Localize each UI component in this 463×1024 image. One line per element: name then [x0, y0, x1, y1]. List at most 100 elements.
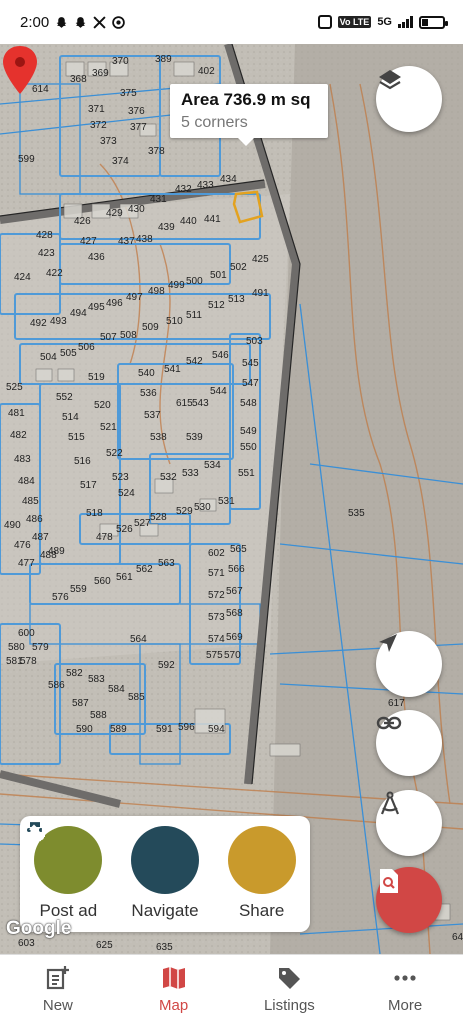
nav-new[interactable]: New — [8, 965, 108, 1014]
plot-number-label: 572 — [208, 590, 225, 601]
nav-listings[interactable]: Listings — [239, 965, 339, 1014]
status-right: Vo LTE 5G — [317, 15, 448, 29]
google-logo: Google — [6, 918, 72, 939]
plot-number-label: 485 — [22, 496, 39, 507]
plot-number-label: 574 — [208, 634, 225, 645]
plot-number-label: 424 — [14, 272, 31, 283]
plot-number-label: 498 — [148, 286, 165, 297]
plot-number-label: 617 — [388, 698, 405, 709]
plot-number-label: 500 — [186, 276, 203, 287]
plot-number-label: 576 — [52, 592, 69, 603]
plot-number-label: 549 — [240, 426, 257, 437]
plot-number-label: 497 — [126, 292, 143, 303]
status-left: 2:00 — [20, 14, 125, 31]
layers-button[interactable] — [376, 66, 442, 132]
plot-number-label: 374 — [112, 156, 129, 167]
plot-number-label: 505 — [60, 348, 77, 359]
plot-number-label: 512 — [208, 300, 225, 311]
more-icon — [394, 975, 416, 981]
plot-number-label: 504 — [40, 352, 57, 363]
plot-number-label: 524 — [118, 488, 135, 499]
plot-number-label: 425 — [252, 254, 269, 265]
plot-number-label: 426 — [74, 216, 91, 227]
plot-number-label: 615 — [176, 398, 193, 409]
plot-number-label: 508 — [120, 330, 137, 341]
plot-number-label: 441 — [204, 214, 221, 225]
plot-number-label: 402 — [198, 66, 215, 77]
plot-number-label: 571 — [208, 568, 225, 579]
plot-number-label: 552 — [56, 392, 73, 403]
signal-icon — [398, 16, 413, 28]
plot-number-label: 431 — [150, 194, 167, 205]
plot-number-label: 375 — [120, 88, 137, 99]
area-value: Area 736.9 m sq — [181, 90, 311, 109]
plot-number-label: 440 — [180, 216, 197, 227]
plot-number-label: 532 — [160, 472, 177, 483]
navigate-label: Navigate — [131, 901, 199, 920]
plot-number-label: 569 — [226, 632, 243, 643]
plot-number-label: 535 — [348, 508, 365, 519]
nav-more[interactable]: More — [355, 965, 455, 1014]
plot-number-label: 591 — [156, 724, 173, 735]
plot-number-label: 587 — [72, 698, 89, 709]
plot-number-label: 377 — [130, 122, 147, 133]
plot-number-label: 507 — [100, 332, 117, 343]
action-card: Post ad Navigate Share — [20, 816, 310, 932]
location-pin-icon[interactable] — [0, 44, 40, 96]
nav-more-label: More — [388, 997, 423, 1014]
plot-number-label: 635 — [156, 942, 173, 953]
plot-number-label: 599 — [18, 154, 35, 165]
plot-number-label: 516 — [74, 456, 91, 467]
plot-number-label: 526 — [116, 524, 133, 535]
snapchat-icon — [56, 16, 67, 28]
plot-number-label: 566 — [228, 564, 245, 575]
plot-number-label: 540 — [138, 368, 155, 379]
plot-number-label: 517 — [80, 480, 97, 491]
plot-number-label: 389 — [155, 54, 172, 65]
plot-number-label: 491 — [252, 288, 269, 299]
plot-number-label: 422 — [46, 268, 63, 279]
plot-number-label: 433 — [197, 180, 214, 191]
plot-number-label: 370 — [112, 56, 129, 67]
my-location-button[interactable] — [376, 631, 442, 697]
navigate-action[interactable]: Navigate — [25, 820, 210, 921]
plot-number-label: 563 — [158, 558, 175, 569]
search-document-button[interactable] — [376, 867, 442, 933]
share-button[interactable] — [23, 819, 296, 894]
plot-number-label: 514 — [62, 412, 79, 423]
plot-number-label: 578 — [20, 656, 37, 667]
navigate-button[interactable] — [25, 820, 199, 894]
map-icon — [162, 967, 185, 989]
plot-number-label: 503 — [246, 336, 263, 347]
plot-number-label: 565 — [230, 544, 247, 555]
plot-number-label: 428 — [36, 230, 53, 241]
plot-number-label: 489 — [48, 546, 65, 557]
plot-number-label: 502 — [230, 262, 247, 273]
plot-number-label: 369 — [92, 68, 109, 79]
plot-number-label: 548 — [240, 398, 257, 409]
plot-number-label: 494 — [70, 308, 87, 319]
status-time: 2:00 — [20, 13, 50, 31]
plot-number-label: 495 — [88, 302, 105, 313]
plot-number-label: 536 — [140, 388, 157, 399]
map-view[interactable]: 389 402 368 369 370 614 375 371 376 372 377 373 378 3… — [0, 44, 463, 954]
snapchat-icon-2 — [75, 16, 86, 28]
plot-number-label: 543 — [192, 398, 209, 409]
nav-map[interactable]: Map — [124, 965, 224, 1014]
nav-new-label: New — [42, 997, 73, 1014]
plot-number-label: 484 — [18, 476, 35, 487]
measure-button[interactable] — [376, 790, 442, 856]
plot-number-label: 541 — [164, 364, 181, 375]
plot-number-label: 539 — [186, 432, 203, 443]
plot-number-label: 573 — [208, 612, 225, 623]
copy-link-button[interactable] — [376, 710, 442, 776]
new-icon — [46, 966, 69, 990]
share-action[interactable]: Share — [23, 819, 307, 921]
navigation-arrow-icon — [379, 634, 397, 652]
plot-number-label: 520 — [94, 400, 111, 411]
plot-number-label: 510 — [166, 316, 183, 327]
plot-number-label: 430 — [128, 204, 145, 215]
plot-number-label: 585 — [128, 692, 145, 703]
status-bar: 2:00 Vo LTE 5G — [0, 0, 463, 44]
plot-number-label: 519 — [88, 372, 105, 383]
